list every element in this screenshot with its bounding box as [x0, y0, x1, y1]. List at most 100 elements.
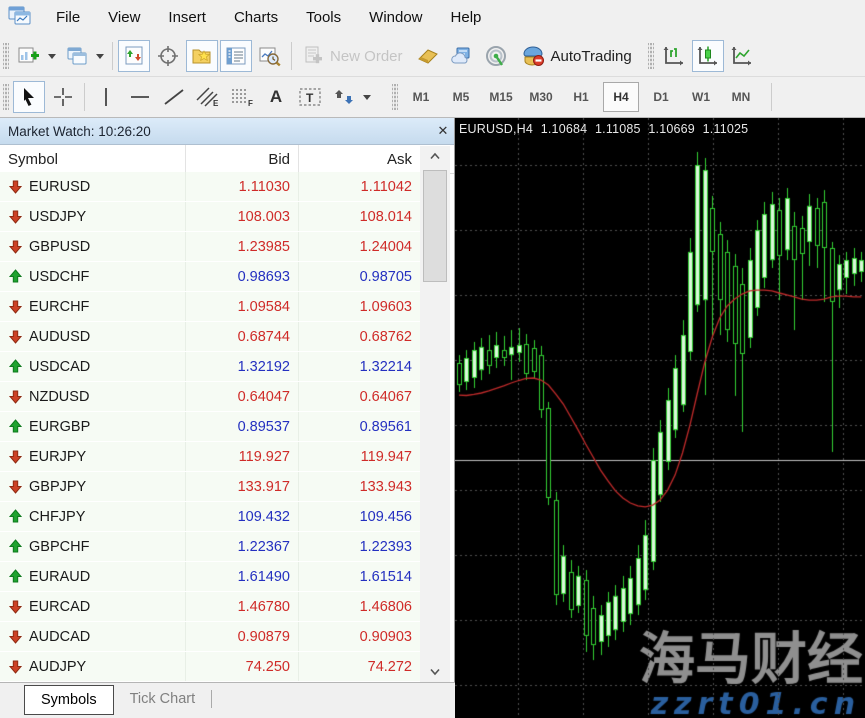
arrows-dropdown-arrow[interactable] — [363, 95, 371, 100]
toolbar-grip[interactable] — [648, 43, 654, 69]
profiles-dropdown-arrow[interactable] — [96, 54, 104, 59]
column-header-symbol[interactable]: Symbol — [0, 151, 185, 168]
market-watch-row-gbpusd[interactable]: GBPUSD1.239851.24004 — [0, 232, 420, 262]
market-watch-scrollbar[interactable] — [420, 146, 450, 682]
timeframe-m15-button[interactable]: M15 — [483, 82, 519, 112]
profiles-button[interactable] — [61, 40, 93, 72]
menu-help[interactable]: Help — [437, 0, 496, 36]
market-watch-row-usdchf[interactable]: USDCHF0.986930.98705 — [0, 262, 420, 292]
market-watch-row-audusd[interactable]: AUDUSD0.687440.68762 — [0, 322, 420, 352]
timeframe-m30-button[interactable]: M30 — [523, 82, 559, 112]
fibonacci-icon: F — [229, 86, 255, 108]
menu-insert[interactable]: Insert — [154, 0, 220, 36]
market-watch-row-gbpjpy[interactable]: GBPJPY133.917133.943 — [0, 472, 420, 502]
menu-tools[interactable]: Tools — [292, 0, 355, 36]
trendline-tool-button[interactable] — [158, 81, 190, 113]
data-window-button[interactable] — [152, 40, 184, 72]
market-watch-row-eurjpy[interactable]: EURJPY119.927119.947 — [0, 442, 420, 472]
mql5-storage-button[interactable] — [446, 40, 478, 72]
navigator-toggle-button[interactable] — [186, 40, 218, 72]
new-chart-button[interactable] — [13, 40, 45, 72]
arrow-down-icon — [8, 299, 23, 314]
tab-tick-chart[interactable]: Tick Chart — [114, 685, 212, 713]
toolbar-grip[interactable] — [3, 84, 9, 110]
symbol-label: USDCAD — [29, 359, 90, 375]
ask-value: 109.456 — [298, 502, 420, 531]
timeframe-w1-button[interactable]: W1 — [683, 82, 719, 112]
autotrading-icon — [521, 45, 545, 67]
market-watch-row-eurgbp[interactable]: EURGBP0.895370.89561 — [0, 412, 420, 442]
market-watch-icon — [124, 46, 144, 66]
market-watch-row-nzdusd[interactable]: NZDUSD0.640470.64067 — [0, 382, 420, 412]
market-watch-row-eurcad[interactable]: EURCAD1.467801.46806 — [0, 592, 420, 622]
new-order-button[interactable]: New Order — [297, 40, 410, 72]
market-watch-row-usdjpy[interactable]: USDJPY108.003108.014 — [0, 202, 420, 232]
new-chart-icon — [18, 46, 40, 66]
toolbar-grip[interactable] — [392, 84, 398, 110]
chart-canvas[interactable] — [455, 118, 865, 718]
terminal-toggle-button[interactable] — [220, 40, 252, 72]
arrow-down-icon — [8, 179, 23, 194]
equidistant-channel-tool-button[interactable]: E — [192, 81, 224, 113]
close-icon[interactable]: ✕ — [432, 123, 454, 139]
signals-button[interactable] — [480, 40, 512, 72]
timeframe-h4-button[interactable]: H4 — [603, 82, 639, 112]
bar-chart-type-button[interactable] — [658, 40, 690, 72]
line-chart-type-button[interactable] — [726, 40, 758, 72]
fibonacci-tool-button[interactable]: F — [226, 81, 258, 113]
candlestick-chart-type-button[interactable] — [692, 40, 724, 72]
text-label-tool-button[interactable]: T — [294, 81, 326, 113]
text-tool-button[interactable]: A — [260, 81, 292, 113]
column-header-ask[interactable]: Ask — [298, 145, 420, 173]
symbol-label: GBPCHF — [29, 539, 89, 555]
toolbar-grip[interactable] — [3, 43, 9, 69]
tab-symbols[interactable]: Symbols — [24, 685, 114, 715]
scrollbar-thumb[interactable] — [423, 170, 447, 282]
text-label-icon: T — [298, 86, 322, 108]
scroll-down-icon[interactable] — [420, 662, 450, 682]
market-watch-row-eurchf[interactable]: EURCHF1.095841.09603 — [0, 292, 420, 322]
cursor-tool-button[interactable] — [13, 81, 45, 113]
column-header-bid[interactable]: Bid — [185, 145, 298, 173]
menu-charts[interactable]: Charts — [220, 0, 292, 36]
arrow-up-icon — [8, 419, 23, 434]
vertical-line-tool-button[interactable] — [90, 81, 122, 113]
timeframe-m1-button[interactable]: M1 — [403, 82, 439, 112]
market-watch-row-usdcad[interactable]: USDCAD1.321921.32214 — [0, 352, 420, 382]
menu-file[interactable]: File — [42, 0, 94, 36]
chart-high-value: 1.11085 — [595, 122, 641, 136]
market-watch-row-euraud[interactable]: EURAUD1.614901.61514 — [0, 562, 420, 592]
market-watch-titlebar[interactable]: Market Watch: 10:26:20 ✕ — [0, 118, 454, 145]
ask-value: 1.22393 — [298, 532, 420, 561]
navigator-icon — [191, 46, 213, 66]
chart-open-value: 1.10684 — [541, 122, 588, 136]
ask-value: 0.90903 — [298, 622, 420, 651]
autotrading-button[interactable]: AutoTrading — [514, 40, 639, 72]
trendline-icon — [162, 87, 186, 107]
timeframe-m5-button[interactable]: M5 — [443, 82, 479, 112]
timeframe-h1-button[interactable]: H1 — [563, 82, 599, 112]
chart-symbol-label: EURUSD,H4 — [459, 122, 533, 136]
scroll-up-icon[interactable] — [420, 146, 450, 166]
strategy-tester-button[interactable] — [254, 40, 286, 72]
new-chart-dropdown-arrow[interactable] — [48, 54, 56, 59]
chart-ohlc-header: EURUSD,H4 1.10684 1.11085 1.10669 1.1102… — [459, 122, 752, 136]
market-watch-row-audjpy[interactable]: AUDJPY74.25074.272 — [0, 652, 420, 682]
crosshair-icon — [52, 86, 74, 108]
menu-window[interactable]: Window — [355, 0, 436, 36]
market-watch-row-gbpchf[interactable]: GBPCHF1.223671.22393 — [0, 532, 420, 562]
crosshair-tool-button[interactable] — [47, 81, 79, 113]
arrows-tool-button[interactable] — [328, 81, 360, 113]
market-watch-row-audcad[interactable]: AUDCAD0.908790.90903 — [0, 622, 420, 652]
market-watch-row-eurusd[interactable]: EURUSD1.110301.11042 — [0, 172, 420, 202]
market-watch-title: Market Watch: 10:26:20 — [0, 124, 432, 139]
timeframe-bar: M1M5M15M30H1H4D1W1MN — [401, 82, 761, 112]
market-watch-row-chfjpy[interactable]: CHFJPY109.432109.456 — [0, 502, 420, 532]
metaeditor-button[interactable] — [412, 40, 444, 72]
symbol-label: AUDJPY — [29, 659, 86, 675]
market-watch-toggle-button[interactable] — [118, 40, 150, 72]
menu-view[interactable]: View — [94, 0, 154, 36]
timeframe-d1-button[interactable]: D1 — [643, 82, 679, 112]
horizontal-line-tool-button[interactable] — [124, 81, 156, 113]
timeframe-mn-button[interactable]: MN — [723, 82, 759, 112]
